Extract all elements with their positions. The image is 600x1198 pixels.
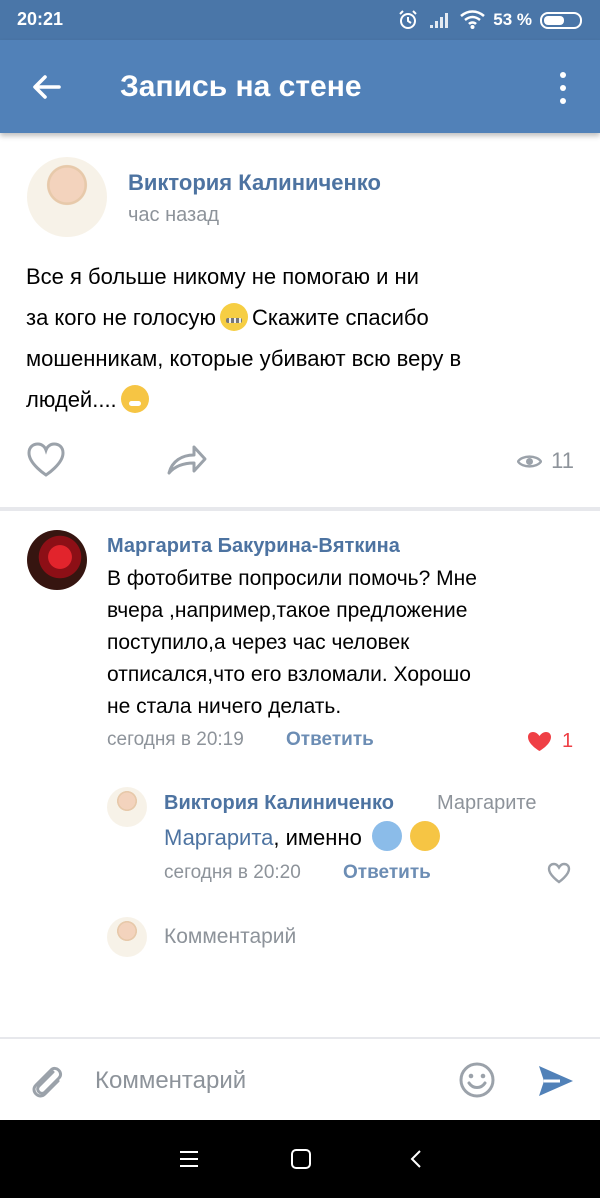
post-author[interactable]: Виктория Калиниченко — [128, 170, 381, 196]
comment-reply-button[interactable]: Ответить — [286, 729, 374, 751]
comment-author[interactable]: Маргарита Бакурина-Вяткина — [107, 535, 400, 558]
signal-icon — [430, 13, 449, 28]
post-text-line-2-end: Скажите спасибо — [252, 305, 429, 330]
post-actions: 11 — [0, 440, 600, 486]
battery-percent: 53 % — [493, 10, 532, 29]
reply-reply-button[interactable]: Ответить — [343, 862, 431, 884]
post-text-line-2: за кого не голосую Скажите спасибо — [26, 297, 571, 338]
commenter-avatar[interactable] — [27, 530, 87, 590]
steam-face-emoji-icon — [120, 385, 149, 413]
chevron-left-icon[interactable] — [405, 1147, 429, 1171]
battery-icon — [540, 11, 582, 29]
comment-prompt[interactable]: Комментарий — [164, 925, 296, 949]
comment-input[interactable] — [95, 1063, 425, 1099]
share-icon[interactable] — [165, 443, 208, 478]
comment-composer — [0, 1037, 600, 1120]
mention-link[interactable]: Маргарита — [164, 825, 273, 850]
post-text-line-4-text: людей.... — [26, 387, 117, 412]
heart-icon[interactable] — [547, 862, 571, 884]
comment-prompt-avatar — [107, 917, 147, 957]
comment-line-1: В фотобитве попросили помочь? Мне — [107, 567, 477, 590]
filled-heart-icon — [528, 732, 551, 751]
smile-icon[interactable] — [458, 1061, 496, 1099]
arrow-left-icon[interactable] — [28, 68, 66, 106]
post-text: Все я больше никому не помогаю и ни за к… — [26, 256, 571, 420]
status-time: 20:21 — [17, 9, 64, 29]
comment-line-2: вчера ,например,такое предложение — [107, 599, 468, 622]
heart-icon[interactable] — [26, 442, 66, 478]
status-bar: 20:21 53 % — [0, 0, 600, 40]
views-count: 11 — [551, 448, 574, 473]
menu-icon[interactable] — [177, 1147, 201, 1171]
comment-line-3: поступило,а через час человек — [107, 631, 410, 654]
reply-target[interactable]: Маргарите — [437, 792, 536, 815]
page-title: Запись на стене — [120, 70, 362, 103]
square-home-icon[interactable] — [289, 1147, 313, 1171]
reply-time: сегодня в 20:20 — [164, 862, 301, 883]
comment-like-count: 1 — [562, 730, 574, 752]
comment-time: сегодня в 20:19 — [107, 729, 244, 750]
comment-like-button[interactable]: 1 — [527, 730, 573, 753]
post-time: час назад — [128, 204, 220, 226]
reply-avatar[interactable] — [107, 787, 147, 827]
android-navigation-bar — [0, 1120, 600, 1198]
alarm-icon — [399, 10, 417, 29]
eye-icon — [517, 454, 543, 468]
anxious-face-emoji-icon — [371, 821, 402, 851]
section-divider — [0, 507, 600, 511]
status-indicators: 53 % — [396, 8, 582, 32]
comment-line-4: отписался,что его взломали. Хорошо — [107, 663, 471, 686]
author-avatar[interactable] — [27, 157, 107, 237]
post-text-line-3: мошенникам, которые убивают всю веру в — [26, 346, 462, 371]
comment-text: В фотобитве попросили помочь? Мне вчера … — [107, 563, 572, 723]
reply-text: Маргарита, именно — [164, 821, 444, 854]
post-text-line-4: людей.... — [26, 379, 571, 420]
reply-author[interactable]: Виктория Калиниченко — [164, 792, 394, 815]
wifi-icon — [460, 10, 486, 29]
reply-text-content: , именно — [273, 825, 362, 850]
send-icon[interactable] — [536, 1062, 576, 1100]
views-counter: 11 — [517, 448, 574, 474]
post-text-line-2-start: за кого не голосую — [26, 305, 217, 330]
sneezing-face-emoji-icon — [409, 821, 440, 851]
comment-line-5: не стала ничего делать. — [107, 695, 342, 718]
paperclip-icon[interactable] — [29, 1063, 66, 1101]
app-header: Запись на стене — [0, 40, 600, 133]
zipper-mouth-emoji-icon — [220, 303, 249, 331]
more-vertical-icon[interactable] — [553, 70, 573, 106]
post-text-line-1: Все я больше никому не помогаю и ни — [26, 264, 419, 289]
